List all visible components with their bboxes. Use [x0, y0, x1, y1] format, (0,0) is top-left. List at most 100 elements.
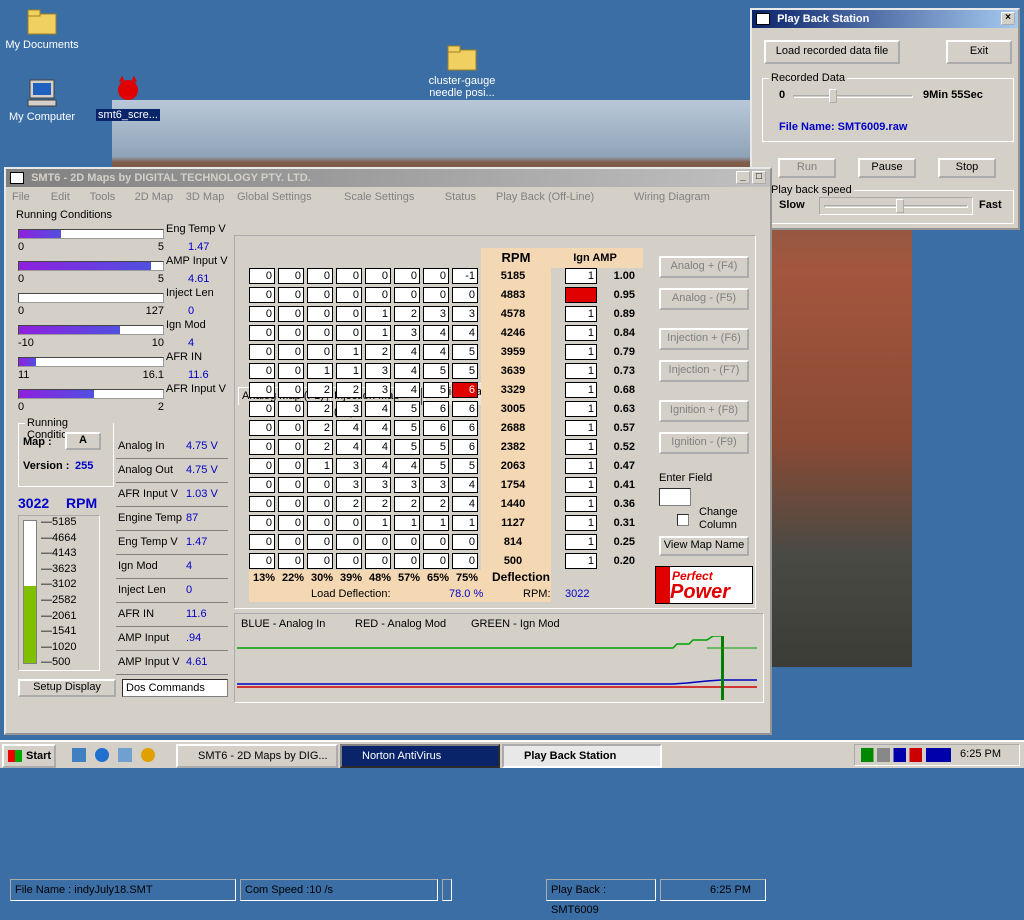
map-cell[interactable]: 0 [278, 363, 304, 379]
menu-item-0[interactable]: File [12, 191, 30, 203]
map-cell[interactable]: 1 [336, 363, 362, 379]
close-icon[interactable]: × [1001, 12, 1015, 25]
amp-cell[interactable]: 1 [565, 325, 597, 341]
map-cell[interactable]: 0 [278, 287, 304, 303]
map-cell[interactable]: 1 [365, 325, 391, 341]
map-cell[interactable]: 1 [307, 363, 333, 379]
map-cell[interactable]: 4 [394, 382, 420, 398]
amp-cell[interactable]: 1 [565, 458, 597, 474]
map-cell[interactable]: 0 [394, 287, 420, 303]
map-cell[interactable]: 3 [336, 477, 362, 493]
map-cell[interactable]: 0 [336, 325, 362, 341]
map-cell[interactable]: 5 [452, 344, 478, 360]
map-cell[interactable]: 0 [365, 268, 391, 284]
map-cell[interactable]: 2 [394, 306, 420, 322]
map-cell[interactable]: 0 [249, 515, 275, 531]
map-cell[interactable]: 4 [365, 420, 391, 436]
map-cell[interactable]: 0 [307, 287, 333, 303]
playback-titlebar[interactable]: Play Back Station × [752, 10, 1018, 28]
map-cell[interactable]: 5 [423, 382, 449, 398]
media-icon[interactable] [141, 748, 156, 762]
map-cell[interactable]: 0 [249, 268, 275, 284]
map-cell[interactable]: 0 [423, 268, 449, 284]
map-cell[interactable]: 0 [336, 268, 362, 284]
enter-field-input[interactable] [659, 488, 691, 506]
speed-slider-thumb[interactable] [896, 199, 904, 213]
map-cell[interactable]: 0 [278, 420, 304, 436]
map-cell[interactable]: 0 [307, 553, 333, 569]
start-button[interactable]: Start [2, 744, 56, 768]
map-cell[interactable]: 6 [452, 439, 478, 455]
menu-item-2[interactable]: Tools [90, 191, 116, 203]
map-cell[interactable]: 3 [452, 306, 478, 322]
main-titlebar[interactable]: SMT6 - 2D Maps by DIGITAL TECHNOLOGY PTY… [6, 169, 770, 187]
amp-cell[interactable]: 1 [565, 306, 597, 322]
map-cell[interactable]: 6 [452, 382, 478, 398]
map-cell[interactable]: 0 [307, 534, 333, 550]
map-cell[interactable]: 4 [394, 458, 420, 474]
map-cell[interactable]: 4 [452, 325, 478, 341]
map-cell[interactable]: 0 [249, 401, 275, 417]
side-button-1[interactable]: Analog - (F5) [659, 288, 749, 310]
map-cell[interactable]: 0 [249, 553, 275, 569]
map-cell[interactable]: 1 [394, 515, 420, 531]
map-cell[interactable]: 0 [249, 344, 275, 360]
amp-cell[interactable]: 1 [565, 401, 597, 417]
map-cell[interactable]: 0 [278, 268, 304, 284]
desktop-icon-cluster-gauge[interactable]: cluster-gauge needle posi... [420, 42, 504, 99]
run-button[interactable]: Run [778, 158, 836, 178]
menu-item-8[interactable]: Play Back (Off-Line) [496, 191, 594, 203]
map-cell[interactable]: 0 [278, 382, 304, 398]
map-cell[interactable]: 1 [336, 344, 362, 360]
menu-item-7[interactable]: Status [445, 191, 476, 203]
map-cell[interactable]: 0 [394, 534, 420, 550]
map-cell[interactable]: 0 [278, 439, 304, 455]
map-cell[interactable]: 0 [307, 515, 333, 531]
map-cell[interactable]: 2 [423, 496, 449, 512]
desktop-icon[interactable] [72, 748, 86, 762]
map-cell[interactable]: 3 [423, 477, 449, 493]
map-cell[interactable]: 0 [307, 306, 333, 322]
map-cell[interactable]: 0 [307, 496, 333, 512]
map-cell[interactable]: 4 [394, 363, 420, 379]
map-cell[interactable]: 0 [278, 553, 304, 569]
map-cell[interactable]: 0 [249, 363, 275, 379]
desktop-icon-my-documents[interactable]: My Documents [0, 6, 84, 51]
amp-cell[interactable]: 1 [565, 496, 597, 512]
map-cell[interactable]: 0 [307, 325, 333, 341]
map-cell[interactable]: 0 [278, 458, 304, 474]
map-cell[interactable]: 2 [336, 382, 362, 398]
map-cell[interactable]: 3 [394, 477, 420, 493]
map-cell[interactable]: 0 [307, 344, 333, 360]
map-cell[interactable]: 4 [336, 439, 362, 455]
map-cell[interactable]: 2 [307, 382, 333, 398]
outlook-icon[interactable] [118, 748, 133, 762]
side-button-2[interactable]: Injection + (F6) [659, 328, 749, 350]
map-cell[interactable]: 0 [249, 439, 275, 455]
map-cell[interactable]: 0 [249, 287, 275, 303]
menu-item-1[interactable]: Edit [51, 191, 70, 203]
map-cell[interactable]: 0 [278, 515, 304, 531]
amp-cell[interactable]: 1 [565, 477, 597, 493]
map-cell[interactable]: 0 [249, 306, 275, 322]
map-cell[interactable]: 0 [249, 477, 275, 493]
amp-cell[interactable]: 1 [565, 534, 597, 550]
map-cell[interactable]: 2 [336, 496, 362, 512]
recorded-slider-track[interactable] [793, 95, 913, 98]
map-cell[interactable]: 0 [278, 401, 304, 417]
side-button-3[interactable]: Injection - (F7) [659, 360, 749, 382]
map-cell[interactable]: 3 [365, 382, 391, 398]
map-cell[interactable]: 4 [452, 477, 478, 493]
map-cell[interactable]: 0 [278, 306, 304, 322]
side-button-0[interactable]: Analog + (F4) [659, 256, 749, 278]
recorded-slider-thumb[interactable] [829, 89, 837, 103]
stop-button[interactable]: Stop [938, 158, 996, 178]
map-cell[interactable]: 0 [394, 268, 420, 284]
map-cell[interactable]: 1 [452, 515, 478, 531]
map-cell[interactable]: 0 [423, 287, 449, 303]
trace-cursor[interactable] [721, 636, 724, 700]
taskbar-item-smt6[interactable]: SMT6 - 2D Maps by DIG... [176, 744, 338, 768]
map-cell[interactable]: 5 [394, 420, 420, 436]
map-cell[interactable]: 5 [423, 458, 449, 474]
amp-cell[interactable]: 1 [565, 420, 597, 436]
